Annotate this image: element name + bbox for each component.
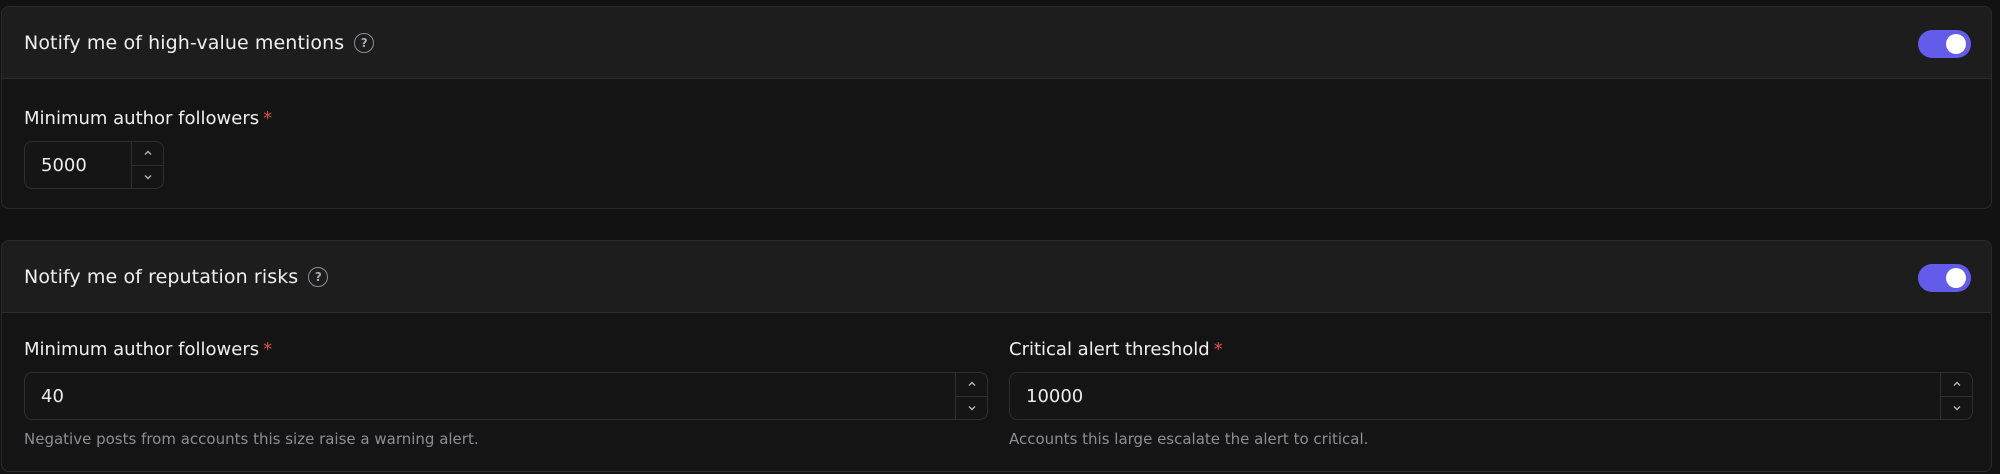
critical-alert-threshold-input[interactable]: 10000 (1009, 372, 1973, 420)
field-label: Minimum author followers * (24, 108, 273, 129)
input-value[interactable]: 10000 (1010, 386, 1940, 407)
chevron-down-icon[interactable] (1941, 395, 1972, 420)
min-author-followers-input[interactable]: 40 (24, 372, 988, 420)
number-stepper (131, 142, 163, 188)
field-label: Critical alert threshold * (1009, 339, 1223, 360)
reputation-risks-card: Notify me of reputation risks ? Minimum … (1, 240, 1992, 472)
toggle-knob (1946, 34, 1966, 54)
required-mark: * (1213, 339, 1223, 360)
number-stepper (955, 373, 987, 419)
chevron-up-icon[interactable] (1941, 373, 1972, 396)
critical-alert-threshold-field: Critical alert threshold * 10000 Accounts… (1009, 338, 1973, 448)
chevron-up-icon[interactable] (956, 373, 987, 396)
high-value-mentions-toggle[interactable] (1918, 30, 1971, 58)
card-title: Notify me of high-value mentions (24, 31, 345, 54)
input-value[interactable]: 5000 (25, 155, 131, 176)
chevron-up-icon[interactable] (132, 142, 163, 165)
card-header: Notify me of reputation risks ? (2, 241, 1991, 313)
toggle-knob (1946, 268, 1966, 288)
high-value-mentions-card: Notify me of high-value mentions ? Minim… (1, 6, 1992, 209)
number-stepper (1940, 373, 1972, 419)
input-value[interactable]: 40 (25, 386, 955, 407)
card-header: Notify me of high-value mentions ? (2, 7, 1991, 79)
chevron-down-icon[interactable] (132, 164, 163, 189)
min-author-followers-field: Minimum author followers * 5000 (24, 107, 273, 189)
min-author-followers-input[interactable]: 5000 (24, 141, 164, 189)
reputation-risks-toggle[interactable] (1918, 264, 1971, 292)
field-label: Minimum author followers * (24, 339, 273, 360)
card-title: Notify me of reputation risks (24, 265, 299, 288)
help-icon[interactable]: ? (308, 266, 329, 287)
chevron-down-icon[interactable] (956, 395, 987, 420)
required-mark: * (263, 108, 273, 129)
help-icon[interactable]: ? (354, 32, 375, 53)
field-help-text: Accounts this large escalate the alert t… (1009, 430, 1369, 448)
min-author-followers-field: Minimum author followers * 40 Negative po… (24, 338, 988, 448)
field-help-text: Negative posts from accounts this size r… (24, 430, 479, 448)
required-mark: * (263, 339, 273, 360)
